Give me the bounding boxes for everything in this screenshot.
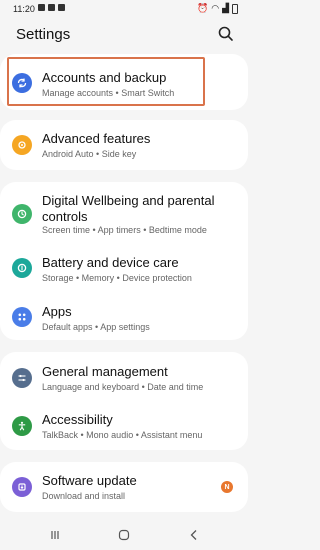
search-icon[interactable]: [216, 24, 236, 44]
signal-icon: ▟: [222, 3, 229, 13]
settings-item-subtitle: Storage • Memory • Device protection: [42, 273, 192, 283]
settings-card-general: General management Language and keyboard…: [0, 352, 248, 450]
settings-item-subtitle: Android Auto • Side key: [42, 149, 137, 159]
settings-item-title: Accessibility: [42, 412, 113, 427]
alarm-icon: ⏰: [197, 3, 209, 13]
wifi-icon: ◠: [211, 3, 220, 13]
recent-apps-button[interactable]: [48, 528, 62, 542]
general-management-icon: [12, 368, 32, 388]
accessibility-icon: [12, 416, 32, 436]
settings-item-title: Digital Wellbeing and parental controls: [42, 193, 215, 224]
settings-item-title: Software update: [42, 473, 137, 488]
settings-item-advanced-features[interactable]: Advanced features Android Auto • Side ke…: [0, 120, 248, 170]
advanced-features-icon: [12, 135, 32, 155]
gallery-notification-icon: [38, 4, 45, 11]
settings-card-software: Software update Download and install N: [0, 462, 248, 512]
home-button[interactable]: [117, 528, 131, 542]
new-badge: N: [221, 481, 233, 493]
settings-item-software-update[interactable]: Software update Download and install N: [0, 462, 248, 512]
settings-item-accessibility[interactable]: Accessibility TalkBack • Mono audio • As…: [0, 400, 248, 450]
settings-item-title: Advanced features: [42, 131, 151, 146]
settings-item-subtitle: TalkBack • Mono audio • Assistant menu: [42, 430, 203, 440]
settings-item-digital-wellbeing[interactable]: Digital Wellbeing and parental controls …: [0, 182, 248, 244]
settings-item-general-management[interactable]: General management Language and keyboard…: [0, 352, 248, 400]
settings-card-advanced: Advanced features Android Auto • Side ke…: [0, 120, 248, 170]
settings-item-apps[interactable]: Apps Default apps • App settings: [0, 292, 248, 340]
settings-item-battery-device-care[interactable]: Battery and device care Storage • Memory…: [0, 244, 248, 292]
settings-item-subtitle: Default apps • App settings: [42, 322, 150, 332]
apps-icon: [12, 307, 32, 327]
settings-card-group: Digital Wellbeing and parental controls …: [0, 182, 248, 340]
image-notification-icon: [48, 4, 55, 11]
settings-item-title: General management: [42, 364, 168, 379]
settings-item-subtitle: Language and keyboard • Date and time: [42, 382, 204, 392]
settings-item-title: Battery and device care: [42, 255, 179, 270]
status-bar: 11:20 ⏰ ◠ ▟: [0, 0, 248, 18]
settings-item-subtitle: Screen time • App timers • Bedtime mode: [42, 225, 207, 235]
page-title: Settings: [16, 26, 71, 43]
selection-highlight: [7, 57, 205, 106]
battery-icon: [232, 3, 238, 14]
device-care-icon: [12, 258, 32, 278]
software-update-icon: [12, 477, 32, 497]
download-notification-icon: [58, 4, 65, 11]
settings-item-subtitle: Download and install: [42, 491, 126, 501]
digital-wellbeing-icon: [12, 204, 32, 224]
back-button[interactable]: [187, 528, 201, 542]
settings-item-title: Apps: [42, 304, 72, 319]
status-time: 11:20: [13, 4, 35, 14]
navigation-bar: [0, 520, 248, 550]
